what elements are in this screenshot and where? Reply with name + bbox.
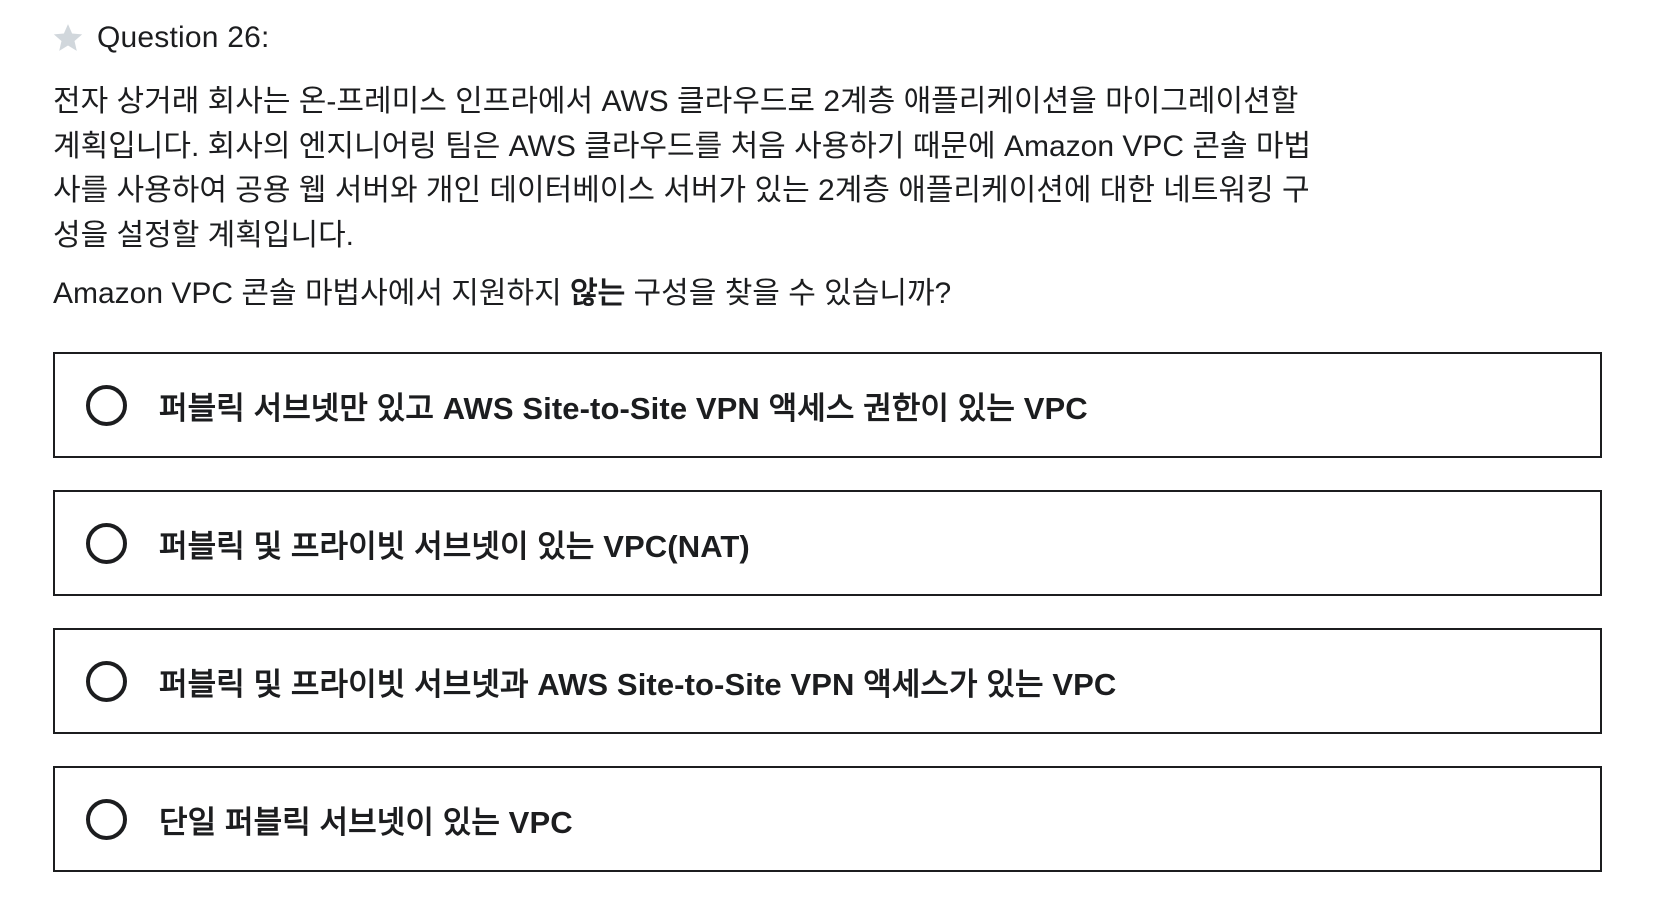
star-icon[interactable] bbox=[51, 21, 85, 55]
answer-option-1[interactable]: 퍼블릭 서브넷만 있고 AWS Site-to-Site VPN 액세스 권한이… bbox=[53, 352, 1602, 458]
answer-label: 퍼블릭 및 프라이빗 서브넷과 AWS Site-to-Site VPN 액세스… bbox=[159, 666, 1117, 702]
answer-label: 퍼블릭 서브넷만 있고 AWS Site-to-Site VPN 액세스 권한이… bbox=[159, 390, 1088, 426]
question-header: Question 26: bbox=[53, 16, 1603, 60]
radio-button[interactable] bbox=[86, 384, 127, 426]
question-prompt: Amazon VPC 콘솔 마법사에서 지원하지 않는 구성을 찾을 수 있습니… bbox=[53, 272, 1603, 316]
question-prompt-emphasis: 않는 bbox=[570, 277, 626, 310]
answer-label: 퍼블릭 및 프라이빗 서브넷이 있는 VPC(NAT) bbox=[159, 528, 750, 564]
question-body: 전자 상거래 회사는 온-프레미스 인프라에서 AWS 클라우드로 2계층 애플… bbox=[53, 85, 1312, 252]
radio-button[interactable] bbox=[86, 798, 127, 840]
radio-button[interactable] bbox=[86, 660, 127, 702]
question-prompt-prefix: Amazon VPC 콘솔 마법사에서 지원하지 bbox=[53, 277, 571, 310]
question-title: Question 26: bbox=[97, 21, 270, 54]
answer-list: 퍼블릭 서브넷만 있고 AWS Site-to-Site VPN 액세스 권한이… bbox=[53, 352, 1603, 872]
radio-button[interactable] bbox=[86, 522, 127, 564]
question-prompt-suffix: 구성을 찾을 수 있습니까? bbox=[625, 277, 952, 310]
answer-option-3[interactable]: 퍼블릭 및 프라이빗 서브넷과 AWS Site-to-Site VPN 액세스… bbox=[53, 628, 1602, 734]
answer-option-4[interactable]: 단일 퍼블릭 서브넷이 있는 VPC bbox=[53, 766, 1602, 872]
question-panel: Question 26: 전자 상거래 회사는 온-프레미스 인프라에서 AWS… bbox=[53, 16, 1603, 904]
answer-option-2[interactable]: 퍼블릭 및 프라이빗 서브넷이 있는 VPC(NAT) bbox=[53, 490, 1602, 596]
answer-label: 단일 퍼블릭 서브넷이 있는 VPC bbox=[159, 804, 573, 840]
